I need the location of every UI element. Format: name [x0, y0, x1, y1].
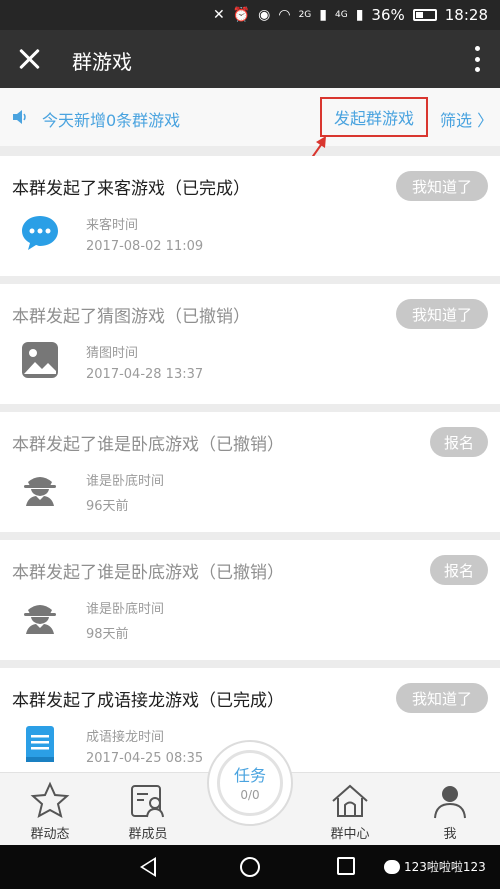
card-time: 2017-04-25 08:35 — [86, 751, 204, 766]
card-time: 98天前 — [86, 627, 129, 642]
title-bar: 群游戏 — [0, 30, 500, 88]
acknowledge-button[interactable]: 我知道了 — [396, 171, 488, 201]
network-4g: 4G — [335, 9, 348, 20]
person-icon — [434, 786, 466, 819]
more-options-icon[interactable] — [472, 46, 482, 72]
game-card: 本群发起了来客游戏（已完成） 我知道了 来客时间 2017-08-02 11:0… — [0, 156, 500, 276]
signup-button[interactable]: 报名 — [430, 555, 488, 585]
nav-item-group-center[interactable]: 群中心 — [310, 773, 390, 846]
nav-label: 群动态 — [30, 827, 70, 842]
signal-icon-2: ▮ — [355, 7, 364, 23]
task-progress: 0/0 — [240, 788, 260, 802]
back-icon[interactable] — [140, 857, 156, 877]
home-icon[interactable] — [240, 857, 260, 877]
watermark: 123啦啦啦123 — [384, 858, 486, 875]
page-title: 群游戏 — [72, 50, 132, 74]
wechat-icon — [384, 859, 400, 874]
clock: 18:28 — [444, 6, 488, 24]
notice-bar: 今天新增0条群游戏 发起群游戏 筛选 〉 — [0, 88, 500, 146]
nav-item-group-feed[interactable]: 群动态 — [10, 773, 90, 846]
task-label: 任务 — [233, 766, 266, 785]
launch-group-game-button[interactable]: 发起群游戏 — [320, 97, 428, 137]
nav-item-group-members[interactable]: 群成员 — [108, 773, 188, 846]
battery-percent: 36% — [371, 6, 405, 24]
game-card: 本群发起了谁是卧底游戏（已撤销） 报名 谁是卧底时间 98天前 — [0, 540, 500, 660]
status-icons: ✕ ⏰ ◉ ◠ 2G ▮ 4G ▮ 36% 18:28 — [213, 0, 488, 30]
watermark-text: 123啦啦啦123 — [404, 860, 486, 874]
alarm-icon: ⏰ — [232, 7, 251, 23]
card-time: 2017-08-02 11:09 — [86, 239, 204, 254]
close-icon[interactable] — [14, 44, 44, 74]
card-label: 谁是卧底时间 — [86, 602, 165, 617]
mute-icon: ✕ — [212, 7, 225, 23]
image-icon — [22, 342, 58, 378]
card-title: 本群发起了来客游戏（已完成） — [12, 179, 250, 199]
nav-label: 群中心 — [330, 827, 370, 842]
nav-item-me[interactable]: 我 — [410, 773, 490, 846]
network-2g: 2G — [298, 9, 312, 20]
spy-icon — [24, 477, 56, 506]
spy-icon — [24, 605, 56, 634]
star-icon — [30, 781, 70, 818]
game-card: 本群发起了谁是卧底游戏（已撤销） 报名 谁是卧底时间 96天前 — [0, 412, 500, 532]
nav-label: 群成员 — [128, 827, 168, 842]
house-icon — [332, 784, 368, 817]
card-label: 成语接龙时间 — [86, 730, 165, 745]
acknowledge-button[interactable]: 我知道了 — [396, 299, 488, 329]
acknowledge-button[interactable]: 我知道了 — [396, 683, 488, 713]
filter-button[interactable]: 筛选 〉 — [440, 107, 493, 131]
card-title: 本群发起了谁是卧底游戏（已撤销） — [12, 563, 284, 583]
status-bar: ✕ ⏰ ◉ ◠ 2G ▮ 4G ▮ 36% 18:28 — [0, 0, 500, 30]
card-label: 猜图时间 — [86, 346, 139, 361]
notice-text: 今天新增0条群游戏 — [42, 111, 181, 130]
nav-label: 我 — [443, 827, 457, 842]
signup-button[interactable]: 报名 — [430, 427, 488, 457]
book-icon — [26, 726, 54, 762]
card-title: 本群发起了谁是卧底游戏（已撤销） — [12, 435, 284, 455]
card-title: 本群发起了猜图游戏（已撤销） — [12, 307, 250, 327]
task-button[interactable]: 任务 0/0 — [207, 740, 293, 826]
card-label: 谁是卧底时间 — [86, 474, 165, 489]
wifi-icon: ◠ — [278, 7, 291, 23]
battery-icon — [412, 9, 437, 21]
chat-bubble-icon — [22, 216, 58, 250]
speaker-icon — [13, 110, 26, 124]
member-card-icon — [131, 785, 164, 818]
eye-icon: ◉ — [258, 7, 271, 23]
signal-icon: ▮ — [319, 7, 327, 23]
card-title: 本群发起了成语接龙游戏（已完成） — [12, 691, 284, 711]
card-time: 96天前 — [86, 499, 129, 514]
card-label: 来客时间 — [86, 218, 139, 233]
card-time: 2017-04-28 13:37 — [86, 367, 204, 382]
game-card: 本群发起了猜图游戏（已撤销） 我知道了 猜图时间 2017-04-28 13:3… — [0, 284, 500, 404]
recent-apps-icon[interactable] — [337, 857, 355, 875]
system-nav-bar: 123啦啦啦123 — [0, 845, 500, 889]
